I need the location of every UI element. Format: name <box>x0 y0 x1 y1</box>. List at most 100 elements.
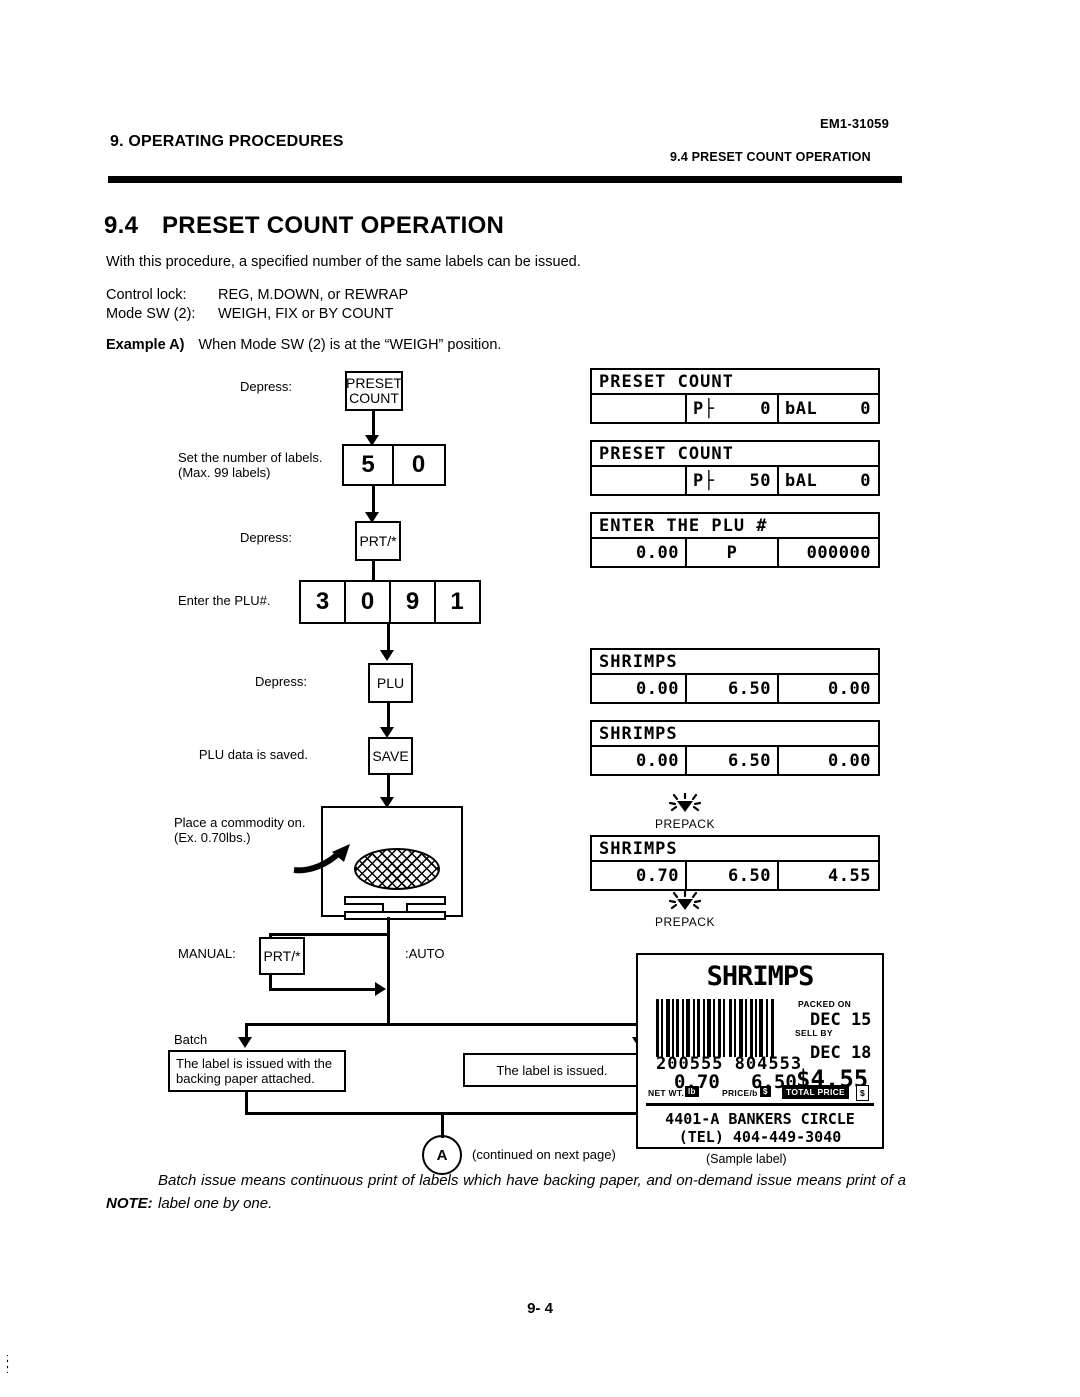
display-panel-5: SHRIMPS 0.00 6.50 0.00 <box>590 720 880 776</box>
display-title: PRESET COUNT <box>590 368 880 395</box>
intro-paragraph: With this procedure, a specified number … <box>106 254 581 270</box>
display-cell: 4.55 <box>828 865 871 886</box>
section-title-text: PRESET COUNT OPERATION <box>162 212 505 239</box>
display-cell <box>592 467 687 494</box>
display-cell-value: 0 <box>760 398 771 419</box>
auto-label: :AUTO <box>405 946 445 961</box>
sell-by-label: SELL BY <box>795 1028 833 1038</box>
display-panel-4: SHRIMPS 0.00 6.50 0.00 <box>590 648 880 704</box>
example-label: Example A) <box>106 337 185 353</box>
display-cell: 0.00 <box>592 675 687 702</box>
display-cell: 6.50 <box>687 862 779 889</box>
batch-outcome-box: The label is issued with the backing pap… <box>168 1050 346 1092</box>
manual-join-line <box>269 988 379 991</box>
packed-on-label: PACKED ON <box>798 999 852 1009</box>
barcode-icon <box>656 999 774 1057</box>
display-cell: 0.00 <box>828 750 871 771</box>
display-title: ENTER THE PLU # <box>590 512 880 539</box>
label-telephone: (TEL) 404-449-3040 <box>678 1128 842 1146</box>
step-2-label-line2: (Max. 99 labels) <box>178 465 271 480</box>
key-prt: PRT/* <box>355 521 401 561</box>
display-title: SHRIMPS <box>590 720 880 747</box>
manual-label: MANUAL: <box>178 946 236 961</box>
display-panel-3: ENTER THE PLU # 0.00 P 000000 <box>590 512 880 568</box>
document-page: EM1-31059 9. OPERATING PROCEDURES 9.4 PR… <box>0 0 1080 1397</box>
control-lock-label: Control lock: <box>106 287 187 303</box>
display-cell-label: P├ <box>693 470 715 491</box>
step-7-label-line1: Place a commodity on. <box>174 815 306 830</box>
edge-marks: ::: <box>6 1352 10 1376</box>
step-2-label: Set the number of labels. (Max. 99 label… <box>178 450 338 480</box>
document-code: EM1-31059 <box>820 116 890 131</box>
display-title: SHRIMPS <box>590 648 880 675</box>
place-arrow-icon <box>293 844 350 874</box>
display-values: P├ 0 bAL 0 <box>590 395 880 424</box>
section-reference: 9.4 PRESET COUNT OPERATION <box>670 150 871 164</box>
display-cell: 0.00 <box>592 747 687 774</box>
display-cell: 0.00 <box>828 678 871 699</box>
sample-label-caption: (Sample label) <box>706 1152 787 1166</box>
section-number: 9.4 <box>104 212 139 239</box>
ondemand-outcome-box: The label is issued. <box>463 1053 641 1087</box>
display-panel-2: PRESET COUNT P├ 50 bAL 0 <box>590 440 880 496</box>
display-title: SHRIMPS <box>590 835 880 862</box>
key-preset-count-line2: COUNT <box>349 390 399 406</box>
blinking-triangle-icon <box>668 793 702 812</box>
mode-sw-line: Mode SW (2): WEIGH, FIX or BY COUNT <box>106 306 393 322</box>
label-product-name: SHRIMPS <box>706 961 815 992</box>
step-4-label: Enter the PLU#. <box>178 593 271 608</box>
commodity-icon <box>354 848 440 890</box>
arrow-4 <box>380 650 394 661</box>
step-2-label-line1: Set the number of labels. <box>178 450 323 465</box>
batch-label: Batch <box>174 1032 208 1047</box>
display-values: 0.00 6.50 0.00 <box>590 675 880 704</box>
sell-by-date: DEC 18 <box>810 1043 872 1063</box>
key-save: SAVE <box>368 737 413 775</box>
display-cell-preset: P├ 0 <box>687 395 779 422</box>
note-text: Batch issue means continuous print of la… <box>158 1172 906 1212</box>
display-cell <box>592 395 687 422</box>
step-7-label-line2: (Ex. 0.70lbs.) <box>174 830 251 845</box>
display-panel-1: PRESET COUNT P├ 0 bAL 0 <box>590 368 880 424</box>
chapter-heading: 9. OPERATING PROCEDURES <box>110 133 344 150</box>
batch-text-line1: The label is issued with the <box>176 1056 333 1071</box>
unit-price-unit-badge: $ <box>760 1086 771 1097</box>
display-cell-preset: P├ 50 <box>687 467 779 494</box>
display-cell: 000000 <box>806 542 871 563</box>
label-address: 4401-A BANKERS CIRCLE <box>665 1110 855 1128</box>
control-lock-value: REG, M.DOWN, or REWRAP <box>218 287 409 303</box>
auto-main-line <box>387 933 390 1025</box>
display-cell-label: bAL <box>785 470 818 491</box>
key-preset-count: PRESET COUNT <box>345 371 403 411</box>
key-plu: PLU <box>368 663 413 703</box>
net-weight-label: NET WT. <box>648 1088 685 1098</box>
display-cell: P <box>687 539 779 566</box>
display-cell-value: 0 <box>860 398 871 419</box>
branch-top-line <box>269 933 389 936</box>
example-line: Example A) When Mode SW (2) is at the “WE… <box>106 337 501 353</box>
blinking-triangle-icon <box>668 891 702 910</box>
unit-price-label: PRICE/b <box>722 1088 758 1098</box>
display-cell-label: bAL <box>785 398 818 419</box>
mode-sw-value: WEIGH, FIX or BY COUNT <box>218 306 394 322</box>
digit-cell: 0 <box>346 582 391 622</box>
outcome-split-line <box>245 1023 641 1026</box>
label-divider <box>646 1103 874 1106</box>
batch-exit-line <box>245 1092 248 1114</box>
page-number: 9- 4 <box>527 1300 553 1317</box>
display-cell: 0.70 <box>592 862 687 889</box>
note-block: NOTE: Batch issue means continuous print… <box>106 1172 906 1215</box>
digit-group-count: 5 0 <box>342 444 446 486</box>
packed-on-date: DEC 15 <box>810 1010 872 1030</box>
step-6-label: PLU data is saved. <box>198 747 308 762</box>
display-values: 0.00 6.50 0.00 <box>590 747 880 776</box>
example-text: When Mode SW (2) is at the “WEIGH” posit… <box>198 337 502 353</box>
display-cell-balance: bAL 0 <box>779 395 877 422</box>
prepack-label: PREPACK <box>655 915 715 929</box>
scale-base <box>344 911 446 920</box>
display-cell: 6.50 <box>687 747 779 774</box>
prepack-indicator-2: PREPACK <box>630 891 740 929</box>
display-title: PRESET COUNT <box>590 440 880 467</box>
display-values: P├ 50 bAL 0 <box>590 467 880 496</box>
display-values: 0.00 P 000000 <box>590 539 880 568</box>
